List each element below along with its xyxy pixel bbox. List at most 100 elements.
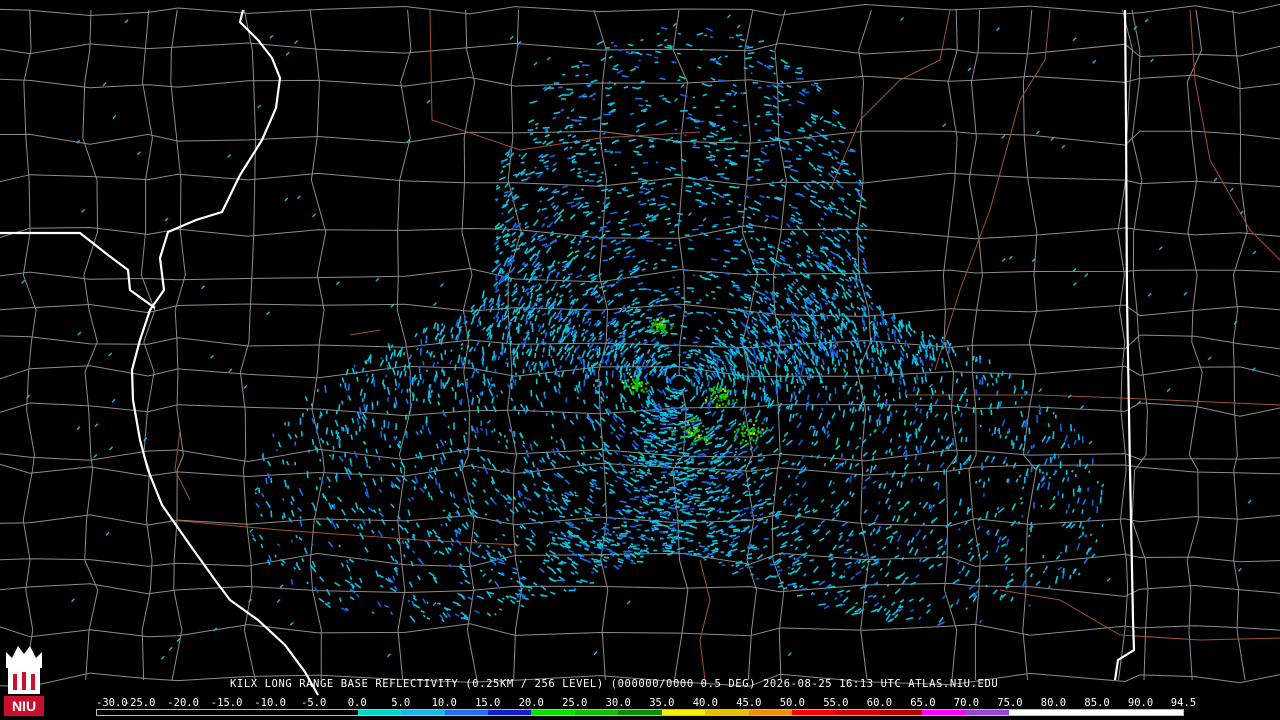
echo-return	[753, 393, 756, 400]
echo-return	[629, 525, 636, 528]
echo-return	[612, 531, 615, 534]
echo-return	[556, 567, 561, 571]
echo-return	[506, 305, 509, 311]
echo-return	[540, 293, 543, 297]
echo-return	[699, 363, 703, 367]
echo-return	[619, 373, 623, 381]
echo-return	[804, 149, 811, 152]
echo-return	[885, 471, 889, 475]
echo-return	[644, 529, 650, 532]
echo-return	[681, 401, 684, 404]
echo-return	[639, 230, 643, 233]
echo-return	[814, 82, 819, 85]
echo-return	[985, 584, 988, 588]
echo-return	[692, 494, 701, 497]
echo-return	[626, 378, 630, 382]
echo-return	[606, 236, 614, 240]
echo-return	[765, 518, 769, 522]
echo-return	[762, 349, 765, 353]
echo-return	[592, 98, 596, 101]
echo-return	[757, 139, 761, 142]
echo-return	[485, 428, 488, 436]
echo-return	[797, 324, 800, 329]
echo-return	[561, 493, 564, 497]
echo-return	[386, 365, 390, 371]
echo-return	[744, 493, 753, 497]
echo-return	[763, 521, 767, 524]
echo-return	[716, 360, 719, 364]
echo-return	[281, 497, 285, 502]
echo-return	[690, 139, 697, 142]
echo-return	[591, 348, 595, 351]
echo-return	[712, 388, 715, 392]
echo-return	[850, 302, 853, 308]
echo-return	[529, 369, 533, 373]
echo-return	[328, 485, 331, 489]
echo-return	[1023, 390, 1027, 396]
echo-return	[518, 154, 521, 157]
echo-return	[320, 479, 324, 484]
echo-return	[772, 493, 776, 497]
echo-return	[505, 595, 509, 598]
echo-return	[652, 417, 659, 420]
echo-return	[314, 445, 318, 451]
echo-return	[275, 449, 278, 452]
echo-return	[1071, 469, 1074, 473]
echo-return	[663, 439, 669, 442]
echo-return	[684, 300, 691, 303]
echo-return	[662, 413, 665, 416]
echo-return	[831, 351, 835, 359]
echo-return	[500, 307, 504, 311]
echo-return	[786, 366, 789, 372]
echo-return	[531, 329, 534, 333]
echo-return	[754, 168, 763, 172]
echo-return	[629, 431, 633, 435]
echo-return	[781, 98, 790, 102]
echo-return	[1015, 435, 1018, 441]
echo-return	[934, 390, 937, 394]
echo-return	[681, 504, 688, 507]
echo-return	[888, 448, 892, 453]
echo-return	[811, 404, 814, 411]
echo-return	[556, 326, 560, 334]
echo-return	[926, 415, 929, 419]
echo-return	[1005, 566, 1008, 571]
echo-return	[952, 438, 955, 446]
echo-return	[605, 196, 610, 200]
echo-return	[1052, 431, 1055, 440]
echo-return	[870, 301, 874, 305]
echo-return	[461, 459, 464, 466]
echo-return	[503, 347, 507, 354]
echo-return	[1045, 472, 1048, 476]
echo-return	[637, 393, 641, 399]
echo-return	[569, 306, 573, 309]
echo-return	[1042, 554, 1045, 559]
echo-return	[654, 61, 659, 64]
echo-return	[759, 377, 762, 383]
echo-return	[737, 530, 741, 533]
echo-return	[896, 546, 900, 550]
echo-return	[349, 576, 353, 581]
echo-return	[571, 119, 580, 122]
echo-return	[520, 161, 525, 164]
echo-return	[836, 208, 839, 211]
echo-return	[742, 483, 746, 486]
echo-return	[739, 133, 742, 137]
echo-return	[792, 324, 796, 330]
echo-return	[542, 562, 546, 565]
echo-return	[919, 445, 923, 453]
echo-return	[794, 71, 803, 75]
echo-return	[661, 259, 667, 262]
echo-return	[630, 166, 635, 169]
echo-return	[690, 458, 694, 461]
echo-return	[562, 280, 565, 284]
echo-return	[558, 86, 563, 89]
echo-return	[435, 370, 438, 378]
echo-return	[832, 367, 836, 371]
echo-return	[1023, 476, 1026, 484]
echo-return	[653, 507, 662, 511]
echo-return	[478, 398, 481, 404]
echo-return	[544, 128, 549, 131]
echo-return	[750, 72, 753, 75]
echo-return	[579, 357, 583, 365]
